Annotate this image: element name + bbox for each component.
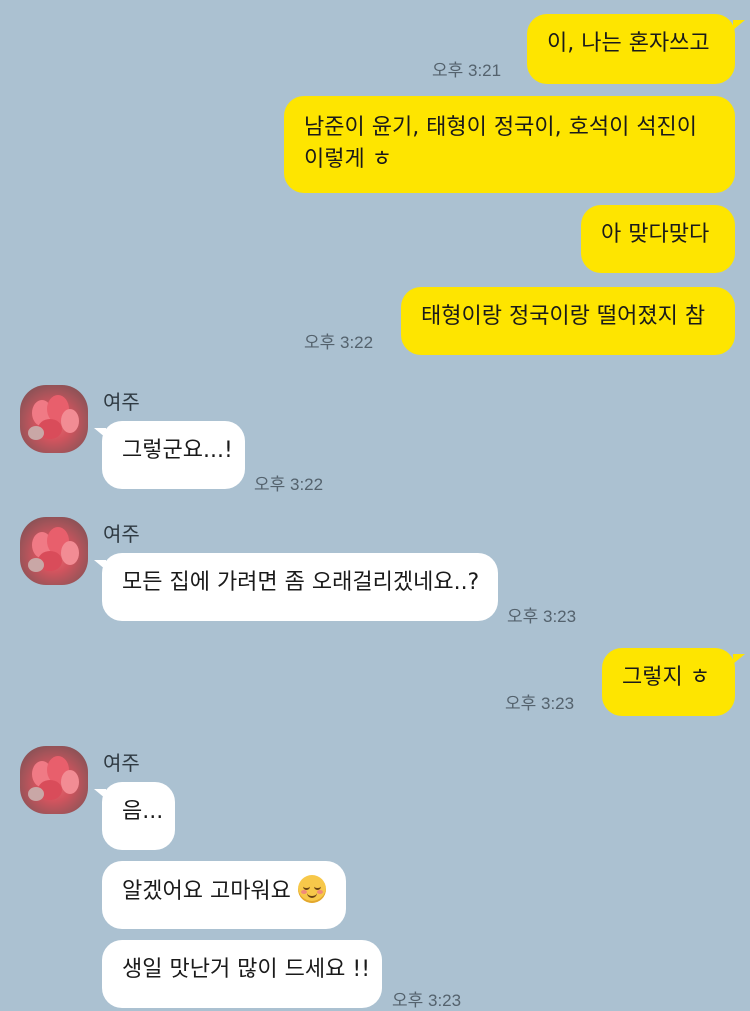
message-text: 그렇지 ㅎ xyxy=(622,665,710,690)
flower-photo-icon xyxy=(28,527,79,572)
outgoing-message[interactable]: 태형이랑 정국이랑 떨어졌지 참 xyxy=(401,287,735,355)
message-text: 아 맞다맞다 xyxy=(601,222,710,247)
message-text: 음... xyxy=(122,799,164,824)
message-text: 알겠어요 고마워요 xyxy=(122,879,291,904)
message-timestamp: 오후 3:23 xyxy=(392,991,462,1010)
outgoing-message[interactable]: 그렇지 ㅎ xyxy=(602,648,735,716)
incoming-message[interactable]: 음... xyxy=(102,782,175,850)
flower-photo-icon xyxy=(28,395,79,440)
incoming-message[interactable]: 모든 집에 가려면 좀 오래걸리겠네요..? xyxy=(102,553,498,621)
chat-message-list[interactable]: 이, 나는 혼자쓰고 오후 3:21 남준이 윤기, 태형이 정국이, 호석이 … xyxy=(0,0,750,1010)
outgoing-message[interactable]: 이, 나는 혼자쓰고 xyxy=(527,14,735,84)
incoming-message[interactable]: 생일 맛난거 많이 드세요 !! xyxy=(102,940,382,1008)
message-text-line: 남준이 윤기, 태형이 정국이, 호석이 석진이 xyxy=(304,115,698,140)
message-timestamp: 오후 3:22 xyxy=(254,475,324,494)
sender-name: 여주 xyxy=(103,522,140,546)
outgoing-message[interactable]: 아 맞다맞다 xyxy=(581,205,735,273)
sender-name: 여주 xyxy=(103,390,140,414)
incoming-message[interactable]: 그렇군요...! xyxy=(102,421,245,489)
avatar[interactable] xyxy=(20,746,88,814)
sender-name: 여주 xyxy=(103,751,140,775)
message-text: 이, 나는 혼자쓰고 xyxy=(547,31,710,56)
flower-photo-icon xyxy=(28,756,79,801)
smiling-face-icon xyxy=(297,875,326,903)
message-text: 그렇군요...! xyxy=(122,438,233,463)
message-timestamp: 오후 3:23 xyxy=(505,694,575,713)
message-text-line: 이렇게 ㅎ xyxy=(304,147,392,172)
avatar[interactable] xyxy=(20,517,88,585)
message-timestamp: 오후 3:22 xyxy=(304,333,374,352)
bubble-tail xyxy=(733,20,745,30)
message-text: 생일 맛난거 많이 드세요 !! xyxy=(122,957,371,982)
message-text: 모든 집에 가려면 좀 오래걸리겠네요..? xyxy=(122,570,480,595)
avatar[interactable] xyxy=(20,385,88,453)
message-timestamp: 오후 3:23 xyxy=(507,607,577,626)
message-text: 태형이랑 정국이랑 떨어졌지 참 xyxy=(421,304,706,329)
message-timestamp: 오후 3:21 xyxy=(432,61,502,80)
outgoing-message[interactable]: 남준이 윤기, 태형이 정국이, 호석이 석진이 이렇게 ㅎ xyxy=(284,96,735,193)
bubble-tail xyxy=(733,654,745,664)
incoming-message[interactable]: 알겠어요 고마워요 xyxy=(102,861,346,929)
